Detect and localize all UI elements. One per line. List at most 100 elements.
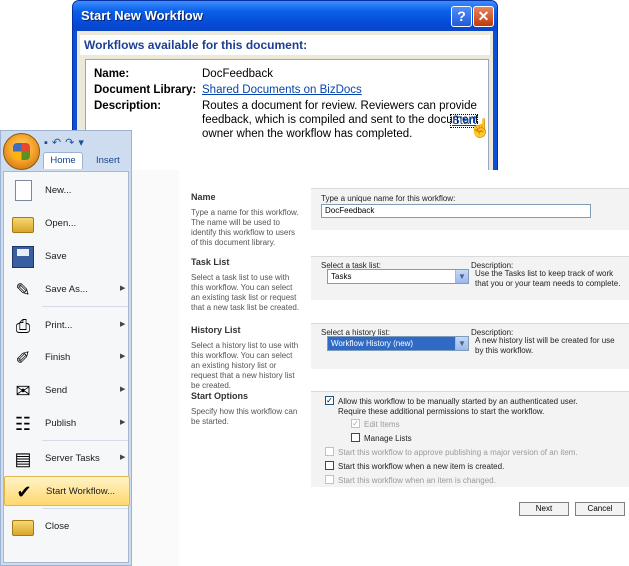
submenu-arrow-icon: ▶: [120, 454, 126, 461]
approve-publishing-checkbox[interactable]: [325, 447, 334, 456]
allow-manual-label: Allow this workflow to be manually start…: [338, 397, 578, 406]
library-link[interactable]: Shared Documents on BizDocs: [202, 84, 362, 96]
submenu-arrow-icon: ▶: [120, 419, 126, 426]
office-menu-list: New... Open... Save ✎ Save As... ▶ ⎙ Pri…: [3, 171, 130, 563]
printer-icon: ⎙: [15, 316, 31, 336]
on-create-label: Start this workflow when a new item is c…: [338, 462, 505, 471]
office-application-menu: ▪↶↷▾ Home Insert New... Open... Save ✎ S…: [0, 130, 132, 566]
task-list-select[interactable]: Tasks ▼: [327, 269, 469, 284]
menu-separator: [42, 508, 128, 509]
start-options-description: Specify how this workflow can be started…: [191, 407, 298, 426]
task-list-description: Select a task list to use with this work…: [191, 273, 300, 312]
office-button-icon[interactable]: [3, 133, 40, 170]
chevron-down-icon: ▼: [455, 337, 468, 350]
menu-separator: [42, 306, 128, 307]
section-title: Workflows available for this document:: [84, 38, 308, 52]
menu-item-label: Close: [45, 521, 70, 532]
description-line-3: owner when the workflow has completed.: [202, 128, 413, 140]
close-button[interactable]: ✕: [473, 6, 494, 27]
server-tasks-icon: ▤: [14, 449, 32, 469]
menu-item-finish[interactable]: ✐ Finish ▶: [4, 343, 130, 373]
menu-item-label: Start Workflow...: [46, 486, 115, 497]
submenu-arrow-icon: ▶: [120, 353, 126, 360]
tab-insert[interactable]: Insert: [96, 155, 120, 166]
workflow-name-input[interactable]: DocFeedback: [321, 204, 591, 218]
on-change-checkbox[interactable]: [325, 475, 334, 484]
menu-item-open[interactable]: Open...: [4, 209, 130, 239]
submenu-arrow-icon: ▶: [120, 285, 126, 292]
manage-lists-checkbox[interactable]: [351, 433, 360, 442]
next-button[interactable]: Next: [519, 502, 569, 516]
name-heading: Name: [191, 192, 216, 202]
menu-item-label: Publish: [45, 418, 77, 429]
description-line-1: Routes a document for review. Reviewers …: [202, 100, 477, 112]
save-as-icon: ✎: [15, 280, 31, 300]
start-options-section-info: Start Options Specify how this workflow …: [191, 391, 303, 427]
hand-cursor-icon: ☝: [469, 118, 492, 138]
start-options-panel: ✓ Allow this workflow to be manually sta…: [311, 391, 629, 487]
menu-item-label: Save As...: [45, 284, 88, 295]
submenu-arrow-icon: ▶: [120, 321, 126, 328]
workflows-section-header: Workflows available for this document:: [80, 35, 490, 55]
start-options-heading: Start Options: [191, 391, 249, 401]
allow-manual-checkbox[interactable]: ✓: [325, 396, 334, 405]
menu-separator: [42, 440, 128, 441]
finish-icon: ✐: [15, 348, 31, 368]
history-list-description: Select a history list to use with this w…: [191, 341, 299, 390]
history-list-section-info: History List Select a history list to us…: [191, 325, 303, 391]
menu-item-close[interactable]: Close: [4, 512, 130, 542]
menu-item-label: Send: [45, 385, 68, 396]
history-description-text: A new history list will be created for u…: [475, 336, 615, 355]
history-list-heading: History List: [191, 325, 241, 335]
name-section-info: Name Type a name for this workflow. The …: [191, 192, 303, 248]
name-value: DocFeedback: [202, 68, 273, 80]
task-list-section-info: Task List Select a task list to use with…: [191, 257, 303, 313]
menu-item-save-as[interactable]: ✎ Save As... ▶: [4, 275, 130, 305]
menu-item-print[interactable]: ⎙ Print... ▶: [4, 311, 130, 341]
name-description: Type a name for this workflow. The name …: [191, 208, 299, 247]
workflow-settings-form: Name Type a name for this workflow. The …: [118, 170, 629, 566]
name-field-label: Type a unique name for this workflow:: [321, 194, 456, 203]
send-icon: ✉: [15, 381, 31, 401]
task-list-selected: Tasks: [331, 272, 352, 281]
manage-lists-label: Manage Lists: [364, 434, 412, 443]
menu-item-start-workflow[interactable]: ✔ Start Workflow...: [4, 476, 130, 506]
new-document-icon: [15, 180, 32, 201]
edit-items-label: Edit Items: [364, 420, 400, 429]
menu-item-publish[interactable]: ☷ Publish ▶: [4, 409, 130, 439]
cancel-button[interactable]: Cancel: [575, 502, 625, 516]
history-list-panel: Select a history list: Workflow History …: [311, 323, 629, 369]
name-label: Name:: [94, 68, 130, 80]
tab-home[interactable]: Home: [43, 152, 83, 169]
checkmark-icon: ✓: [352, 419, 359, 428]
menu-item-label: Open...: [45, 218, 77, 229]
menu-item-label: Finish: [45, 352, 71, 363]
dialog-title: Start New Workflow: [81, 8, 203, 23]
publish-icon: ☷: [14, 414, 32, 434]
close-icon: ✕: [477, 8, 490, 24]
help-button[interactable]: ?: [451, 6, 472, 27]
menu-item-server-tasks[interactable]: ▤ Server Tasks ▶: [4, 444, 130, 474]
on-create-checkbox[interactable]: [325, 461, 334, 470]
menu-item-send[interactable]: ✉ Send ▶: [4, 376, 130, 406]
quick-access-toolbar[interactable]: ▪↶↷▾: [44, 136, 88, 149]
require-permissions-label: Require these additional permissions to …: [338, 407, 545, 416]
menu-item-save[interactable]: Save: [4, 242, 130, 272]
menu-item-label: Print...: [45, 320, 73, 331]
menu-item-label: Server Tasks: [45, 453, 100, 464]
edit-items-checkbox[interactable]: ✓: [351, 419, 360, 428]
task-description-text: Use the Tasks list to keep track of work…: [475, 269, 621, 288]
task-list-panel: Select a task list: Tasks ▼ Description:…: [311, 256, 629, 300]
submenu-arrow-icon: ▶: [120, 386, 126, 393]
help-icon: ?: [457, 8, 466, 24]
description-label: Description:: [94, 100, 162, 112]
history-list-select[interactable]: Workflow History (new) ▼: [327, 336, 469, 351]
menu-item-label: Save: [45, 251, 67, 262]
menu-item-new[interactable]: New...: [4, 176, 130, 206]
dialog-titlebar[interactable]: Start New Workflow ? ✕: [73, 1, 497, 31]
start-workflow-icon: ✔: [16, 482, 32, 502]
chevron-down-icon: ▼: [455, 270, 468, 283]
save-disk-icon: [12, 246, 34, 268]
library-label: Document Library:: [94, 84, 197, 96]
menu-item-label: New...: [45, 185, 72, 196]
